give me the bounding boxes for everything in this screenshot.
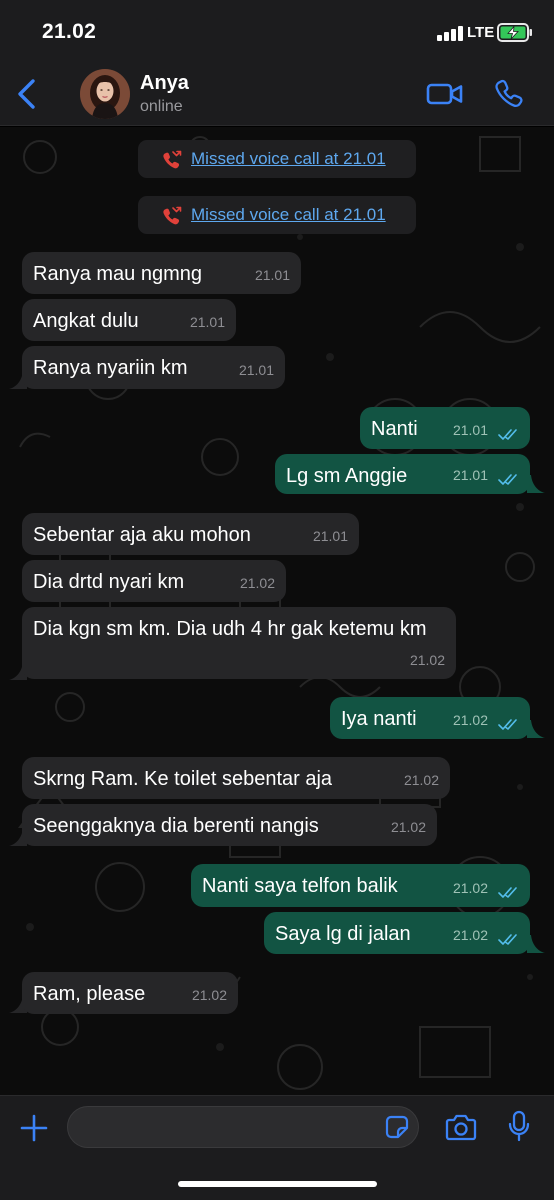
outgoing-message[interactable]: Iya nanti 21.02 <box>330 697 530 739</box>
message-time: 21.01 <box>238 362 274 378</box>
message-text: Ranya mau ngmng <box>33 263 202 285</box>
incoming-message[interactable]: Ranya nyariin km 21.01 <box>22 346 285 389</box>
camera-icon[interactable] <box>445 1113 477 1141</box>
contact-name[interactable]: Anya <box>140 72 189 95</box>
message-text: Dia kgn sm km. Dia udh 4 hr gak ketemu k… <box>33 618 427 640</box>
incoming-message[interactable]: Dia drtd nyari km 21.02 <box>22 560 286 602</box>
incoming-message[interactable]: Sebentar aja aku mohon 21.01 <box>22 513 359 555</box>
message-time: 21.01 <box>254 267 290 283</box>
message-time: 21.02 <box>403 772 439 788</box>
message-text: Sebentar aja aku mohon <box>33 524 251 546</box>
message-time: 21.02 <box>409 652 445 668</box>
phone-icon[interactable] <box>494 78 524 108</box>
message-text: Dia drtd nyari km <box>33 571 185 593</box>
missed-call-icon <box>163 206 182 225</box>
message-time: 21.02 <box>452 927 488 943</box>
status-time: 21.02 <box>42 20 97 43</box>
message-text: Seenggaknya dia berenti nangis <box>33 815 319 837</box>
video-camera-icon[interactable] <box>426 80 464 108</box>
message-time: 21.02 <box>390 819 426 835</box>
message-time: 21.01 <box>452 467 488 483</box>
incoming-message[interactable]: Seenggaknya dia berenti nangis 21.02 <box>22 804 437 846</box>
read-receipt-icon <box>498 474 517 485</box>
read-receipt-icon <box>498 719 517 730</box>
message-text: Nanti <box>371 418 418 440</box>
missed-call-icon <box>163 150 182 169</box>
incoming-message[interactable]: Ranya mau ngmng 21.01 <box>22 252 301 294</box>
message-text: Skrng Ram. Ke toilet sebentar aja <box>33 768 333 790</box>
outgoing-message[interactable]: Saya lg di jalan 21.02 <box>264 912 530 954</box>
message-text: Ranya nyariin km <box>33 357 188 379</box>
microphone-icon[interactable] <box>507 1110 531 1142</box>
outgoing-message[interactable]: Lg sm Anggie 21.01 <box>275 454 530 494</box>
outgoing-message[interactable]: Nanti saya telfon balik 21.02 <box>191 864 530 907</box>
home-indicator[interactable] <box>178 1181 377 1187</box>
message-time: 21.01 <box>452 422 488 438</box>
signal-icon <box>437 25 463 41</box>
message-list: Missed voice call at 21.01 Missed voice … <box>0 127 554 1095</box>
missed-call-text[interactable]: Missed voice call at 21.01 <box>191 205 386 225</box>
missed-call-notice[interactable]: Missed voice call at 21.01 <box>138 196 416 234</box>
outgoing-message[interactable]: Nanti 21.01 <box>360 407 530 449</box>
message-time: 21.01 <box>189 314 225 330</box>
message-time: 21.02 <box>191 987 227 1003</box>
plus-icon[interactable] <box>20 1114 48 1142</box>
input-bar <box>0 1095 554 1200</box>
missed-call-notice[interactable]: Missed voice call at 21.01 <box>138 140 416 178</box>
contact-status: online <box>140 98 183 115</box>
incoming-message[interactable]: Ram, please 21.02 <box>22 972 238 1014</box>
message-text: Iya nanti <box>341 708 417 730</box>
network-type: LTE <box>467 24 495 41</box>
message-time: 21.01 <box>312 528 348 544</box>
chat-area[interactable]: Missed voice call at 21.01 Missed voice … <box>0 127 554 1095</box>
missed-call-text[interactable]: Missed voice call at 21.01 <box>191 149 386 169</box>
battery-charging-icon <box>497 23 532 42</box>
sticker-icon[interactable] <box>385 1115 409 1139</box>
status-bar: 21.02 LTE <box>0 0 554 62</box>
read-receipt-icon <box>498 887 517 898</box>
read-receipt-icon <box>498 934 517 945</box>
incoming-message[interactable]: Angkat dulu 21.01 <box>22 299 236 341</box>
message-time: 21.02 <box>452 880 488 896</box>
chat-header: Anya online <box>0 62 554 126</box>
incoming-message[interactable]: Skrng Ram. Ke toilet sebentar aja 21.02 <box>22 757 450 799</box>
message-time: 21.02 <box>239 575 275 591</box>
message-input[interactable] <box>67 1106 419 1148</box>
read-receipt-icon <box>498 429 517 440</box>
incoming-message[interactable]: Dia kgn sm km. Dia udh 4 hr gak ketemu k… <box>22 607 456 679</box>
avatar[interactable] <box>80 69 130 119</box>
message-time: 21.02 <box>452 712 488 728</box>
chevron-left-icon[interactable] <box>14 78 40 110</box>
